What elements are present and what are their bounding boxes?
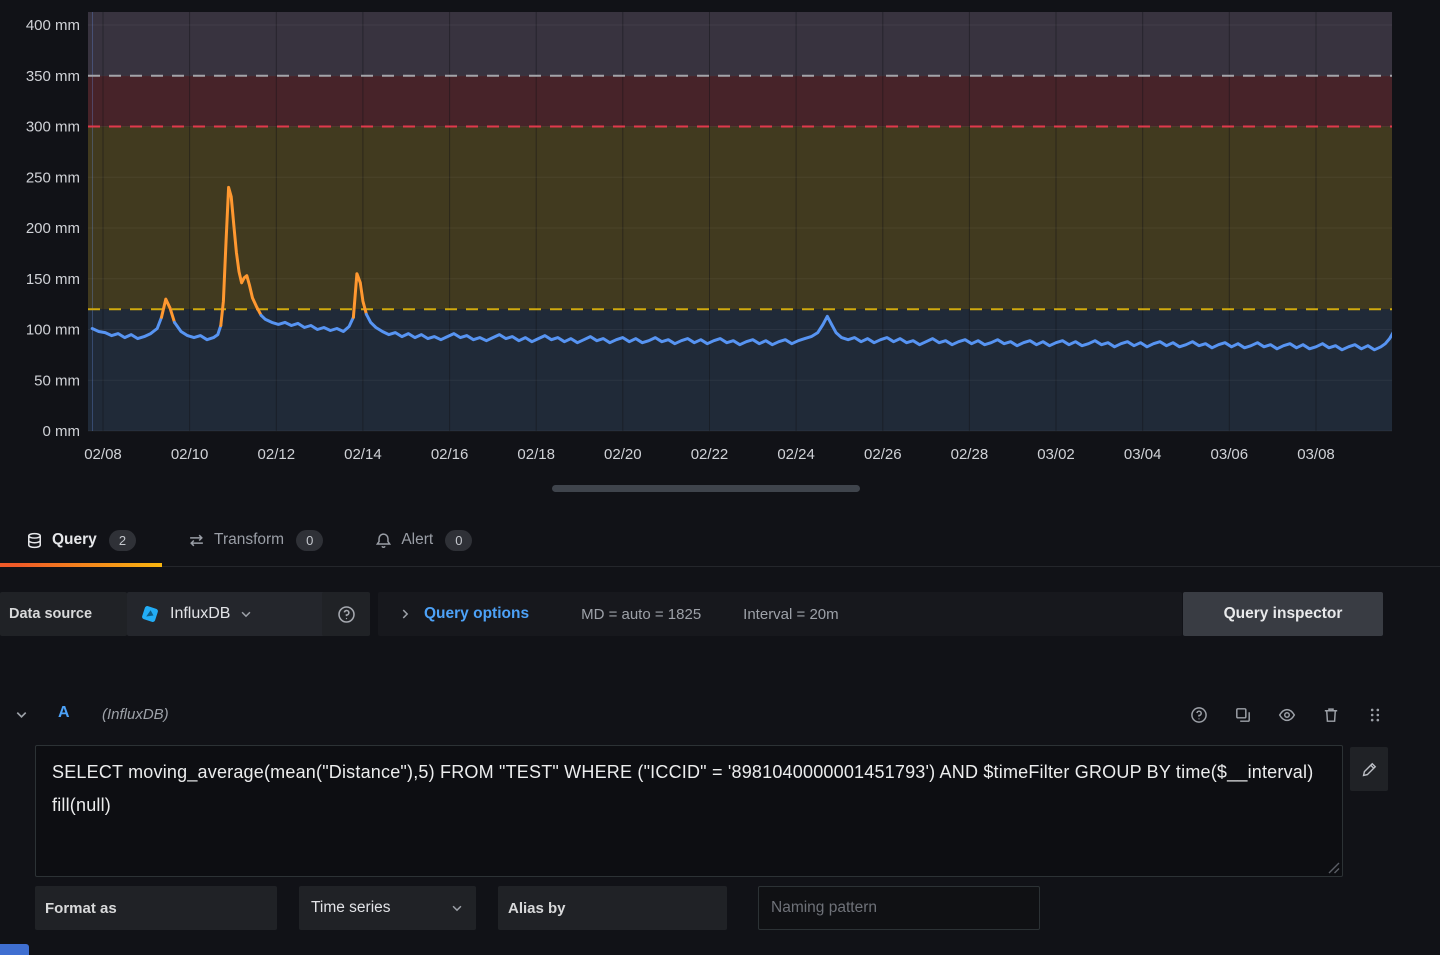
x-tick-label: 02/20	[604, 446, 642, 463]
x-tick-label: 03/04	[1124, 446, 1162, 463]
data-source-label: Data source	[0, 592, 127, 636]
query-options-label: Query options	[424, 605, 529, 623]
alias-by-input[interactable]	[758, 886, 1040, 930]
influxdb-logo-icon	[139, 603, 161, 625]
query-ref-id: A	[58, 704, 70, 722]
query-help-icon[interactable]	[1190, 706, 1208, 724]
tab-transform-label: Transform	[214, 531, 284, 549]
database-icon	[26, 532, 43, 549]
time-series-panel[interactable]: 0 mm 50 mm 100 mm 150 mm 200 mm 250 mm 300 mm 3…	[0, 0, 1440, 470]
x-tick-label: 02/16	[431, 446, 469, 463]
panel-resize-handle[interactable]	[552, 485, 860, 492]
bell-icon	[375, 532, 392, 549]
x-tick-label: 02/10	[171, 446, 209, 463]
y-tick-label: 150 mm	[26, 271, 80, 288]
editor-tab-bar: Query 2 Transform 0 Alert 0	[0, 514, 1440, 567]
x-tick-label: 03/08	[1297, 446, 1335, 463]
x-tick-label: 02/22	[691, 446, 729, 463]
y-tick-label: 200 mm	[26, 220, 80, 237]
y-tick-label: 350 mm	[26, 68, 80, 85]
x-tick-label: 02/26	[864, 446, 902, 463]
chevron-down-icon	[450, 901, 464, 915]
y-tick-label: 400 mm	[26, 17, 80, 34]
x-tick-label: 02/08	[84, 446, 122, 463]
query-options-toggle[interactable]: Query options MD = auto = 1825 Interval …	[378, 592, 1182, 636]
x-tick-label: 02/18	[517, 446, 555, 463]
influxql-query-textarea[interactable]: SELECT moving_average(mean("Distance"),5…	[35, 745, 1343, 877]
transform-count-badge: 0	[296, 530, 323, 551]
x-tick-label: 02/12	[258, 446, 296, 463]
y-tick-label: 0 mm	[43, 423, 81, 440]
toggle-text-edit-button[interactable]	[1350, 747, 1388, 791]
x-tick-label: 02/14	[344, 446, 382, 463]
tab-query[interactable]: Query 2	[0, 514, 162, 566]
pencil-icon	[1361, 761, 1378, 778]
tab-transform[interactable]: Transform 0	[162, 514, 349, 566]
y-tick-label: 300 mm	[26, 119, 80, 136]
x-tick-label: 03/06	[1211, 446, 1249, 463]
tab-alert-label: Alert	[401, 531, 433, 549]
collapse-query-chevron-icon[interactable]	[14, 707, 29, 722]
add-query-button-partial[interactable]	[0, 944, 29, 955]
duplicate-query-icon[interactable]	[1234, 706, 1252, 724]
drag-query-grip-icon[interactable]	[1366, 706, 1384, 724]
data-source-help-button[interactable]	[322, 592, 370, 636]
query-datasource-hint: (InfluxDB)	[102, 706, 169, 723]
tab-alert[interactable]: Alert 0	[349, 514, 498, 566]
chevron-right-icon	[398, 607, 412, 621]
toggle-query-visibility-icon[interactable]	[1278, 706, 1296, 724]
transform-icon	[188, 532, 205, 549]
query-text: SELECT moving_average(mean("Distance"),5…	[36, 746, 1342, 832]
alias-by-label: Alias by	[498, 886, 727, 930]
delete-query-icon[interactable]	[1322, 706, 1340, 724]
format-as-select[interactable]: Time series	[299, 886, 476, 930]
query-row-header: A (InfluxDB)	[0, 693, 1440, 737]
y-tick-label: 250 mm	[26, 169, 80, 186]
alert-count-badge: 0	[445, 530, 472, 551]
query-inspector-button[interactable]: Query inspector	[1183, 592, 1383, 636]
time-series-chart: 0 mm 50 mm 100 mm 150 mm 200 mm 250 mm 300 mm 3…	[0, 0, 1440, 470]
data-source-picker[interactable]: InfluxDB	[127, 592, 339, 636]
y-tick-label: 50 mm	[34, 372, 80, 389]
x-tick-label: 02/28	[951, 446, 989, 463]
textarea-resize-handle[interactable]	[1328, 862, 1340, 874]
question-circle-icon	[337, 605, 356, 624]
max-data-points-text: MD = auto = 1825	[581, 606, 701, 623]
data-source-value: InfluxDB	[170, 605, 230, 623]
query-count-badge: 2	[109, 530, 136, 551]
format-as-label: Format as	[35, 886, 277, 930]
chevron-down-icon	[239, 607, 253, 621]
x-tick-label: 02/24	[777, 446, 815, 463]
x-tick-label: 03/02	[1037, 446, 1075, 463]
interval-text: Interval = 20m	[743, 606, 838, 623]
tab-query-label: Query	[52, 531, 97, 549]
y-tick-label: 100 mm	[26, 322, 80, 339]
format-as-value: Time series	[311, 899, 391, 917]
